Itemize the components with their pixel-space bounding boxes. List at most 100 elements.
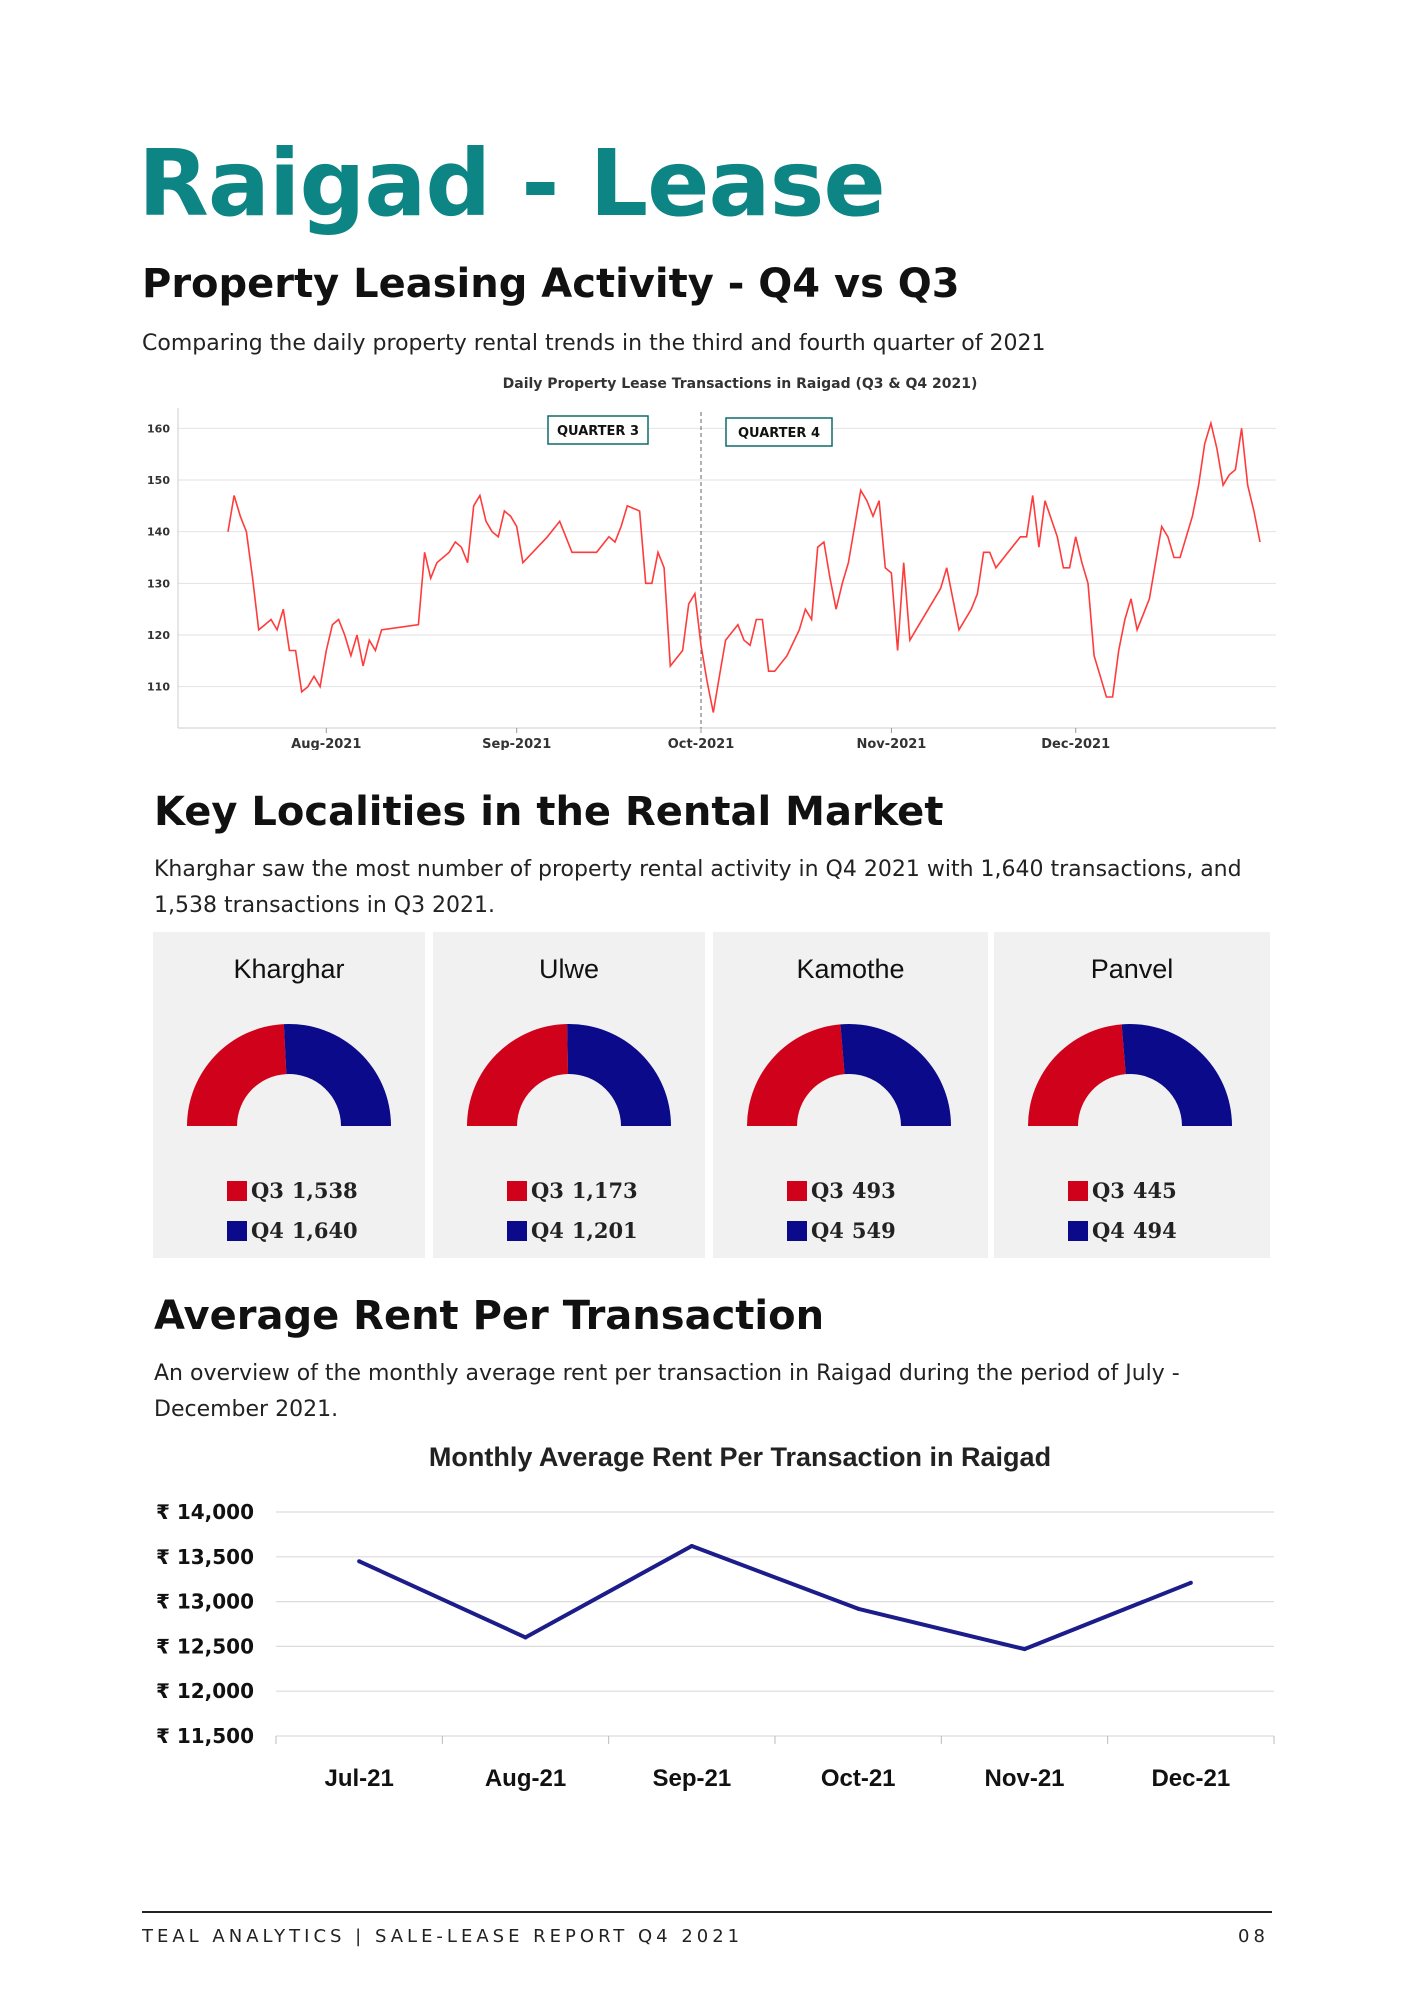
legend-value: 445 <box>1132 1178 1177 1203</box>
leasing-activity-description: Comparing the daily property rental tren… <box>142 331 1046 356</box>
quarter-3-annotation: QUARTER 3 <box>547 415 649 445</box>
y-tick-label: ₹ 13,500 <box>156 1545 254 1569</box>
q4-slice <box>1121 1024 1232 1126</box>
legend-swatch <box>1068 1180 1088 1201</box>
legend-swatch <box>227 1180 247 1201</box>
legend-quarter-label: Q4 <box>1092 1218 1125 1243</box>
monthly-rent-chart: Monthly Average Rent Per Transaction in … <box>156 1442 1275 1792</box>
x-tick-label: Jul-21 <box>324 1765 393 1792</box>
legend-swatch <box>787 1220 807 1241</box>
y-tick-label: ₹ 14,000 <box>156 1500 254 1524</box>
legend-quarter-label: Q3 <box>531 1178 564 1203</box>
y-tick-label: 150 <box>147 474 170 487</box>
legend-quarter-label: Q3 <box>251 1178 284 1203</box>
locality-name: Ulwe <box>538 954 599 984</box>
q4-slice <box>283 1024 391 1126</box>
legend-q4: Q4 1,640 <box>227 1218 358 1243</box>
page-number: 08 <box>1238 1926 1269 1947</box>
q3-slice <box>747 1024 845 1126</box>
average-rent-heading: Average Rent Per Transaction <box>154 1293 825 1339</box>
legend-swatch <box>507 1220 527 1241</box>
locality-panel-panvel: Panvel Q3 445 Q4 494 <box>994 932 1270 1258</box>
x-tick-label: Aug-21 <box>485 1765 566 1792</box>
x-tick-label: Sep-2021 <box>482 737 551 750</box>
x-tick-label: Aug-2021 <box>291 737 361 750</box>
q4-slice <box>840 1024 951 1126</box>
q4-slice <box>567 1024 671 1126</box>
locality-half-donut <box>747 1024 951 1126</box>
x-tick-label: Dec-21 <box>1151 1765 1230 1792</box>
data-point <box>1022 1647 1027 1652</box>
legend-value: 1,173 <box>571 1178 638 1203</box>
x-tick-label: Sep-21 <box>652 1765 731 1792</box>
legend-quarter-label: Q4 <box>531 1218 564 1243</box>
x-tick-label: Dec-2021 <box>1041 737 1110 750</box>
legend-value: 493 <box>851 1178 896 1203</box>
annotation-label: QUARTER 4 <box>738 426 820 441</box>
legend-swatch <box>507 1180 527 1201</box>
y-tick-label: 130 <box>147 577 170 590</box>
legend-value: 1,201 <box>571 1218 638 1243</box>
data-point <box>523 1635 528 1640</box>
legend-q4: Q4 549 <box>787 1218 896 1243</box>
chart-title: Daily Property Lease Transactions in Rai… <box>503 376 978 392</box>
legend-q3: Q3 493 <box>787 1178 896 1203</box>
legend-value: 494 <box>1132 1218 1177 1243</box>
annotation-label: QUARTER 3 <box>557 424 639 439</box>
x-tick-label: Oct-2021 <box>668 737 735 750</box>
y-tick-label: 120 <box>147 629 170 642</box>
footer-divider <box>142 1911 1272 1913</box>
average-rent-description: An overview of the monthly average rent … <box>154 1361 1180 1422</box>
series-line <box>227 420 1261 713</box>
locality-name: Panvel <box>1090 954 1174 984</box>
q3-slice <box>467 1024 569 1126</box>
q3-slice <box>1028 1024 1126 1126</box>
locality-name: Kamothe <box>796 954 905 984</box>
y-tick-label: 160 <box>147 422 170 435</box>
page-title: Raigad - Lease <box>138 130 886 237</box>
q3-slice <box>187 1024 287 1126</box>
legend-quarter-label: Q4 <box>811 1218 844 1243</box>
y-tick-label: ₹ 12,500 <box>156 1634 254 1658</box>
locality-panel-ulwe: Ulwe Q3 1,173 Q4 1,201 <box>433 932 705 1258</box>
legend-swatch <box>227 1220 247 1241</box>
series-line <box>358 1544 1192 1652</box>
quarter-4-annotation: QUARTER 4 <box>725 417 833 447</box>
leasing-activity-heading: Property Leasing Activity - Q4 vs Q3 <box>142 261 960 307</box>
chart-title: Monthly Average Rent Per Transaction in … <box>429 1442 1051 1472</box>
locality-half-donut <box>187 1024 391 1126</box>
legend-value: 549 <box>851 1218 896 1243</box>
x-tick-label: Nov-21 <box>984 1765 1064 1792</box>
legend-q4: Q4 494 <box>1068 1218 1177 1243</box>
locality-panel-kamothe: Kamothe Q3 493 Q4 549 <box>713 932 988 1258</box>
legend-value: 1,640 <box>291 1218 358 1243</box>
data-point <box>856 1606 861 1611</box>
legend-swatch <box>787 1180 807 1201</box>
locality-name: Kharghar <box>233 954 345 984</box>
data-point <box>357 1559 362 1564</box>
legend-q3: Q3 445 <box>1068 1178 1177 1203</box>
localities-description: Kharghar saw the most number of property… <box>154 857 1242 918</box>
x-tick-label: Oct-21 <box>821 1765 896 1792</box>
legend-quarter-label: Q4 <box>251 1218 284 1243</box>
legend-swatch <box>1068 1220 1088 1241</box>
data-point <box>689 1544 694 1549</box>
y-tick-label: 110 <box>147 681 170 694</box>
footer-report-name: TEAL ANALYTICS | SALE-LEASE REPORT Q4 20… <box>142 1926 744 1947</box>
x-tick-label: Nov-2021 <box>856 737 926 750</box>
y-tick-label: ₹ 11,500 <box>156 1724 254 1748</box>
locality-panel-kharghar: Kharghar Q3 1,538 Q4 1,640 <box>153 932 425 1258</box>
legend-quarter-label: Q3 <box>811 1178 844 1203</box>
y-tick-label: ₹ 12,000 <box>156 1679 254 1703</box>
legend-q3: Q3 1,173 <box>507 1178 638 1203</box>
locality-half-donut <box>467 1024 671 1126</box>
daily-lease-chart: Daily Property Lease Transactions in Rai… <box>147 376 1276 750</box>
localities-heading: Key Localities in the Rental Market <box>154 789 944 835</box>
data-point <box>1188 1580 1193 1585</box>
y-tick-label: 140 <box>147 526 170 539</box>
legend-value: 1,538 <box>291 1178 358 1203</box>
legend-q3: Q3 1,538 <box>227 1178 358 1203</box>
locality-half-donut <box>1028 1024 1232 1126</box>
y-tick-label: ₹ 13,000 <box>156 1590 254 1614</box>
legend-q4: Q4 1,201 <box>507 1218 638 1243</box>
